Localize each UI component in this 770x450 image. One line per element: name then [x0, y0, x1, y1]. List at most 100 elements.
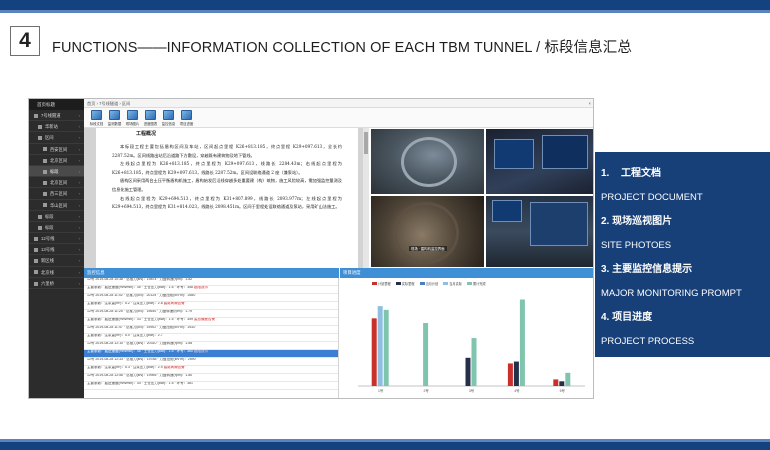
sidebar-item-label: 区间 — [45, 135, 54, 141]
sidebar-item-label: 12号线 — [41, 236, 55, 242]
bar[interactable] — [423, 323, 429, 386]
breadcrumb-path[interactable]: 首页 › 7号线隧道 › 区间 — [87, 101, 130, 106]
breadcrumb: 首页 › 7号线隧道 › 区间 × — [84, 99, 593, 108]
folder-icon — [34, 281, 38, 286]
toolbar-button[interactable]: 现场图片 — [124, 109, 141, 126]
bar[interactable] — [471, 338, 477, 386]
bar[interactable] — [383, 309, 389, 386]
folder-icon — [43, 180, 47, 185]
top-band-accent — [0, 10, 770, 13]
site-photo-control-room[interactable] — [485, 128, 593, 195]
folder-icon — [34, 248, 38, 253]
monitor-screen — [492, 200, 522, 222]
sidebar-item[interactable]: 北京区间 › — [29, 177, 84, 189]
monitor-row[interactable]: 主要参数：掘进速度(mm/min)：33 · 土仓压力(bar)：1.5 · 环… — [84, 318, 338, 326]
bar[interactable] — [377, 306, 383, 386]
monitor-row[interactable]: 主要参数：注浆量(m³)：5.3 · 注浆压力(bar)：2.9 盾尾间隙告警 — [84, 366, 338, 374]
feature-3-cn: 3. 主要监控信息提示 — [601, 264, 693, 275]
monitor-warning: 姿态偏差告警 — [192, 318, 215, 321]
bar[interactable] — [553, 379, 559, 386]
monitor-row-text: 主要参数：掘进速度(mm/min)：35 · 土仓压力(bar)：1.6 · 环… — [87, 286, 193, 289]
close-icon[interactable]: × — [589, 99, 591, 108]
monitor-row-text: 主要参数：掘进速度(mm/min)：34 · 土仓压力(bar)：1.5 · 环… — [87, 382, 193, 385]
bar[interactable] — [507, 363, 513, 386]
monitor-warning: 超限提示 — [192, 350, 208, 353]
main-area: 首页 › 7号线隧道 › 区间 × 标段文档 监测数据 现场图片 进度图表 监控信息 项目… — [84, 99, 593, 398]
sidebar-item[interactable]: 西安区间 › — [29, 144, 84, 155]
monitor-row[interactable]: 12号 2019-08-28 10:38 · 总推力(kN)：19874 · 刀… — [84, 278, 338, 286]
bar[interactable] — [513, 361, 519, 386]
site-photos: 现场 · 盾构机监控界面 — [370, 128, 593, 268]
chevron-right-icon: › — [78, 224, 80, 230]
monitor-row[interactable]: 12号 2019-08-28 12:56 · 总推力(kN)：19955 · 刀… — [84, 374, 338, 382]
bar-chart: 1号 2号 3号 4号 5号 — [358, 299, 585, 393]
chevron-right-icon: › — [78, 124, 80, 130]
document-scrollbar[interactable] — [363, 128, 369, 268]
folder-icon — [34, 270, 38, 275]
x-tick-label: 3号 — [469, 388, 475, 393]
sidebar-item[interactable]: 标段 › — [29, 165, 84, 178]
toolbar-icon — [127, 109, 138, 120]
monitor-row[interactable]: 12号 2019-08-28 11:47 · 总推力(kN)：19902 · 刀… — [84, 326, 338, 334]
toolbar-button[interactable]: 标段文档 — [88, 109, 105, 126]
sidebar-item[interactable]: 区间 › — [29, 132, 84, 144]
site-photo-console[interactable] — [485, 195, 593, 268]
sidebar-item[interactable]: 标段 › — [29, 222, 84, 234]
sidebar-item[interactable]: 13号线 › — [29, 244, 84, 256]
monitor-row-text: 主要参数：注浆量(m³)：5.3 · 注浆压力(bar)：2.9 — [87, 366, 163, 369]
bar[interactable] — [559, 381, 565, 386]
toolbar-icon — [109, 109, 120, 120]
sidebar-items: 7号线隧道 › 华新站 › 区间 › 西安区间 › 北京区间 › 标段 › 北京区间 › 西三区间 › 华山区间… — [29, 110, 84, 289]
sidebar-item-label: 华山区间 — [50, 202, 68, 208]
sidebar-item[interactable]: 7号线隧道 › — [29, 110, 84, 122]
bar[interactable] — [371, 318, 377, 386]
bar[interactable] — [519, 299, 525, 386]
bar[interactable] — [465, 357, 471, 386]
monitor-row[interactable]: 12号 2019-08-28 11:02 · 总推力(kN)：20125 · 刀… — [84, 294, 338, 302]
site-photo-cutterhead[interactable]: 现场 · 盾构机监控界面 — [370, 195, 485, 268]
scrollbar-thumb[interactable] — [364, 132, 368, 154]
feature-4-cn: 4. 项目进度 — [601, 312, 653, 323]
sidebar-item[interactable]: 华山区间 › — [29, 200, 84, 211]
feature-4-en: PROJECT PROCESS — [601, 336, 695, 347]
monitor-row[interactable]: 主要参数：掘进速度(mm/min)：34 · 土仓压力(bar)：1.5 · 环… — [84, 382, 338, 390]
monitor-row[interactable]: 主要参数：掘进速度(mm/min)：35 · 土仓压力(bar)：1.6 · 环… — [84, 286, 338, 294]
monitor-screen — [542, 135, 588, 169]
chevron-right-icon: › — [78, 135, 80, 141]
sidebar-item-label: 六里桥 — [41, 280, 54, 286]
sidebar-item[interactable]: 标段 › — [29, 211, 84, 222]
sidebar-item[interactable]: 12号线 › — [29, 233, 84, 245]
sidebar-item-label: 标段 — [50, 168, 59, 174]
toolbar-button[interactable]: 监测数据 — [106, 109, 123, 126]
sidebar-item[interactable]: 六里桥 › — [29, 278, 84, 289]
sidebar-item[interactable]: 北京线 › — [29, 267, 84, 278]
toolbar-button[interactable]: 监控信息 — [160, 109, 177, 126]
folder-icon — [38, 136, 42, 141]
sidebar-item[interactable]: 新区线 › — [29, 255, 84, 267]
monitor-row-text: 12号 2019-08-28 12:33 · 总推力(kN)：19788 · 刀… — [87, 358, 196, 361]
sidebar-header[interactable]: 首页标题 — [29, 99, 84, 110]
monitor-screen — [494, 139, 534, 169]
monitor-row[interactable]: 12号 2019-08-28 11:25 · 总推力(kN)：19640 · 刀… — [84, 310, 338, 318]
feature-2-en: SITE PHOTOES — [601, 240, 672, 251]
monitor-row[interactable]: 主要参数：注浆量(m³)：5.2 · 注浆压力(bar)：2.8 盾尾间隙告警 — [84, 302, 338, 310]
monitor-row-text: 主要参数：掘进速度(mm/min)：33 · 土仓压力(bar)：1.5 · 环… — [87, 318, 193, 321]
toolbar-button[interactable]: 进度图表 — [142, 109, 159, 126]
feature-2-cn: 2. 现场巡视图片 — [601, 216, 673, 227]
cutterhead-ring — [393, 202, 459, 264]
monitor-row[interactable]: 12号 2019-08-28 12:33 · 总推力(kN)：19788 · 刀… — [84, 358, 338, 366]
folder-icon — [34, 259, 38, 264]
toolbar-button[interactable]: 项目进度 — [178, 109, 195, 126]
document-paragraph: 本标段工程主要包括盾构区间及车站，区间起点里程 K26+813.185，终点里程… — [112, 144, 342, 158]
monitor-row[interactable]: 主要参数：注浆量(m³)：5.0 · 注浆压力(bar)：2.7 — [84, 334, 338, 342]
site-photo-tunnel[interactable] — [370, 128, 485, 195]
bar[interactable] — [565, 372, 571, 386]
folder-icon — [38, 214, 42, 219]
sidebar-item-label: 标段 — [45, 213, 54, 219]
sidebar-item[interactable]: 西三区间 › — [29, 188, 84, 200]
sidebar-item[interactable]: 华新站 › — [29, 121, 84, 133]
monitor-row[interactable]: 12号 2019-08-28 12:10 · 总推力(kN)：20310 · 刀… — [84, 342, 338, 350]
folder-icon — [34, 236, 38, 241]
monitor-row[interactable]: 主要参数：掘进速度(mm/min)：36 · 土仓压力(bar)：1.6 · 环… — [84, 350, 338, 358]
sidebar-item[interactable]: 北京区间 › — [29, 155, 84, 166]
